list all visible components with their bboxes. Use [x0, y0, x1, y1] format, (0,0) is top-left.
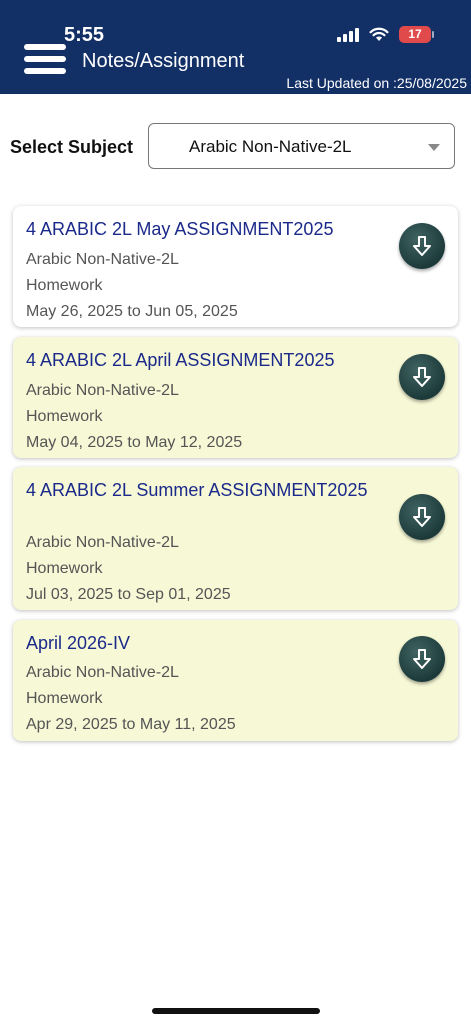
assignment-type: Homework [26, 277, 103, 294]
chevron-down-icon [428, 144, 440, 151]
assignment-dates: Apr 29, 2025 to May 11, 2025 [26, 716, 236, 733]
last-updated-text: Last Updated on :25/08/2025 [286, 75, 467, 91]
assignment-card[interactable]: 4 ARABIC 2L Summer ASSIGNMENT2025 Arabic… [13, 467, 458, 610]
download-icon[interactable] [399, 494, 445, 540]
subject-dropdown-value: Arabic Non-Native-2L [189, 137, 352, 156]
cellular-signal-icon [337, 27, 359, 42]
download-icon[interactable] [399, 354, 445, 400]
app-header: 5:55 17 Notes/Assignment Last Updated on… [0, 0, 471, 94]
assignment-subject: Arabic Non-Native-2L [26, 664, 179, 681]
hamburger-menu-icon[interactable] [24, 44, 68, 78]
assignment-title: 4 ARABIC 2L April ASSIGNMENT2025 [26, 350, 335, 370]
assignment-card[interactable]: 4 ARABIC 2L May ASSIGNMENT2025 Arabic No… [13, 206, 458, 327]
assignment-title: April 2026-IV [26, 633, 131, 653]
status-time: 5:55 [64, 24, 105, 46]
assignment-type: Homework [26, 690, 103, 707]
home-indicator [152, 1008, 320, 1014]
select-subject-label: Select Subject [10, 137, 134, 157]
assignment-dates: May 04, 2025 to May 12, 2025 [26, 434, 243, 451]
assignment-card[interactable]: 4 ARABIC 2L April ASSIGNMENT2025 Arabic … [13, 337, 458, 458]
assignment-type: Homework [26, 408, 103, 425]
wifi-icon [369, 27, 389, 41]
download-icon[interactable] [399, 223, 445, 269]
assignment-dates: Jul 03, 2025 to Sep 01, 2025 [26, 586, 231, 603]
assignment-dates: May 26, 2025 to Jun 05, 2025 [26, 303, 238, 320]
assignment-subject: Arabic Non-Native-2L [26, 382, 179, 399]
assignment-subject: Arabic Non-Native-2L [26, 251, 179, 268]
assignment-subject: Arabic Non-Native-2L [26, 534, 179, 551]
assignment-title: 4 ARABIC 2L Summer ASSIGNMENT2025 [26, 480, 368, 500]
page-title: Notes/Assignment [82, 50, 245, 72]
status-icons: 17 [337, 26, 434, 43]
assignment-title: 4 ARABIC 2L May ASSIGNMENT2025 [26, 219, 334, 239]
assignment-type: Homework [26, 560, 103, 577]
assignment-card[interactable]: April 2026-IV Arabic Non-Native-2L Homew… [13, 620, 458, 741]
battery-icon: 17 [399, 26, 434, 43]
subject-dropdown[interactable]: Arabic Non-Native-2L [148, 123, 455, 169]
download-icon[interactable] [399, 636, 445, 682]
